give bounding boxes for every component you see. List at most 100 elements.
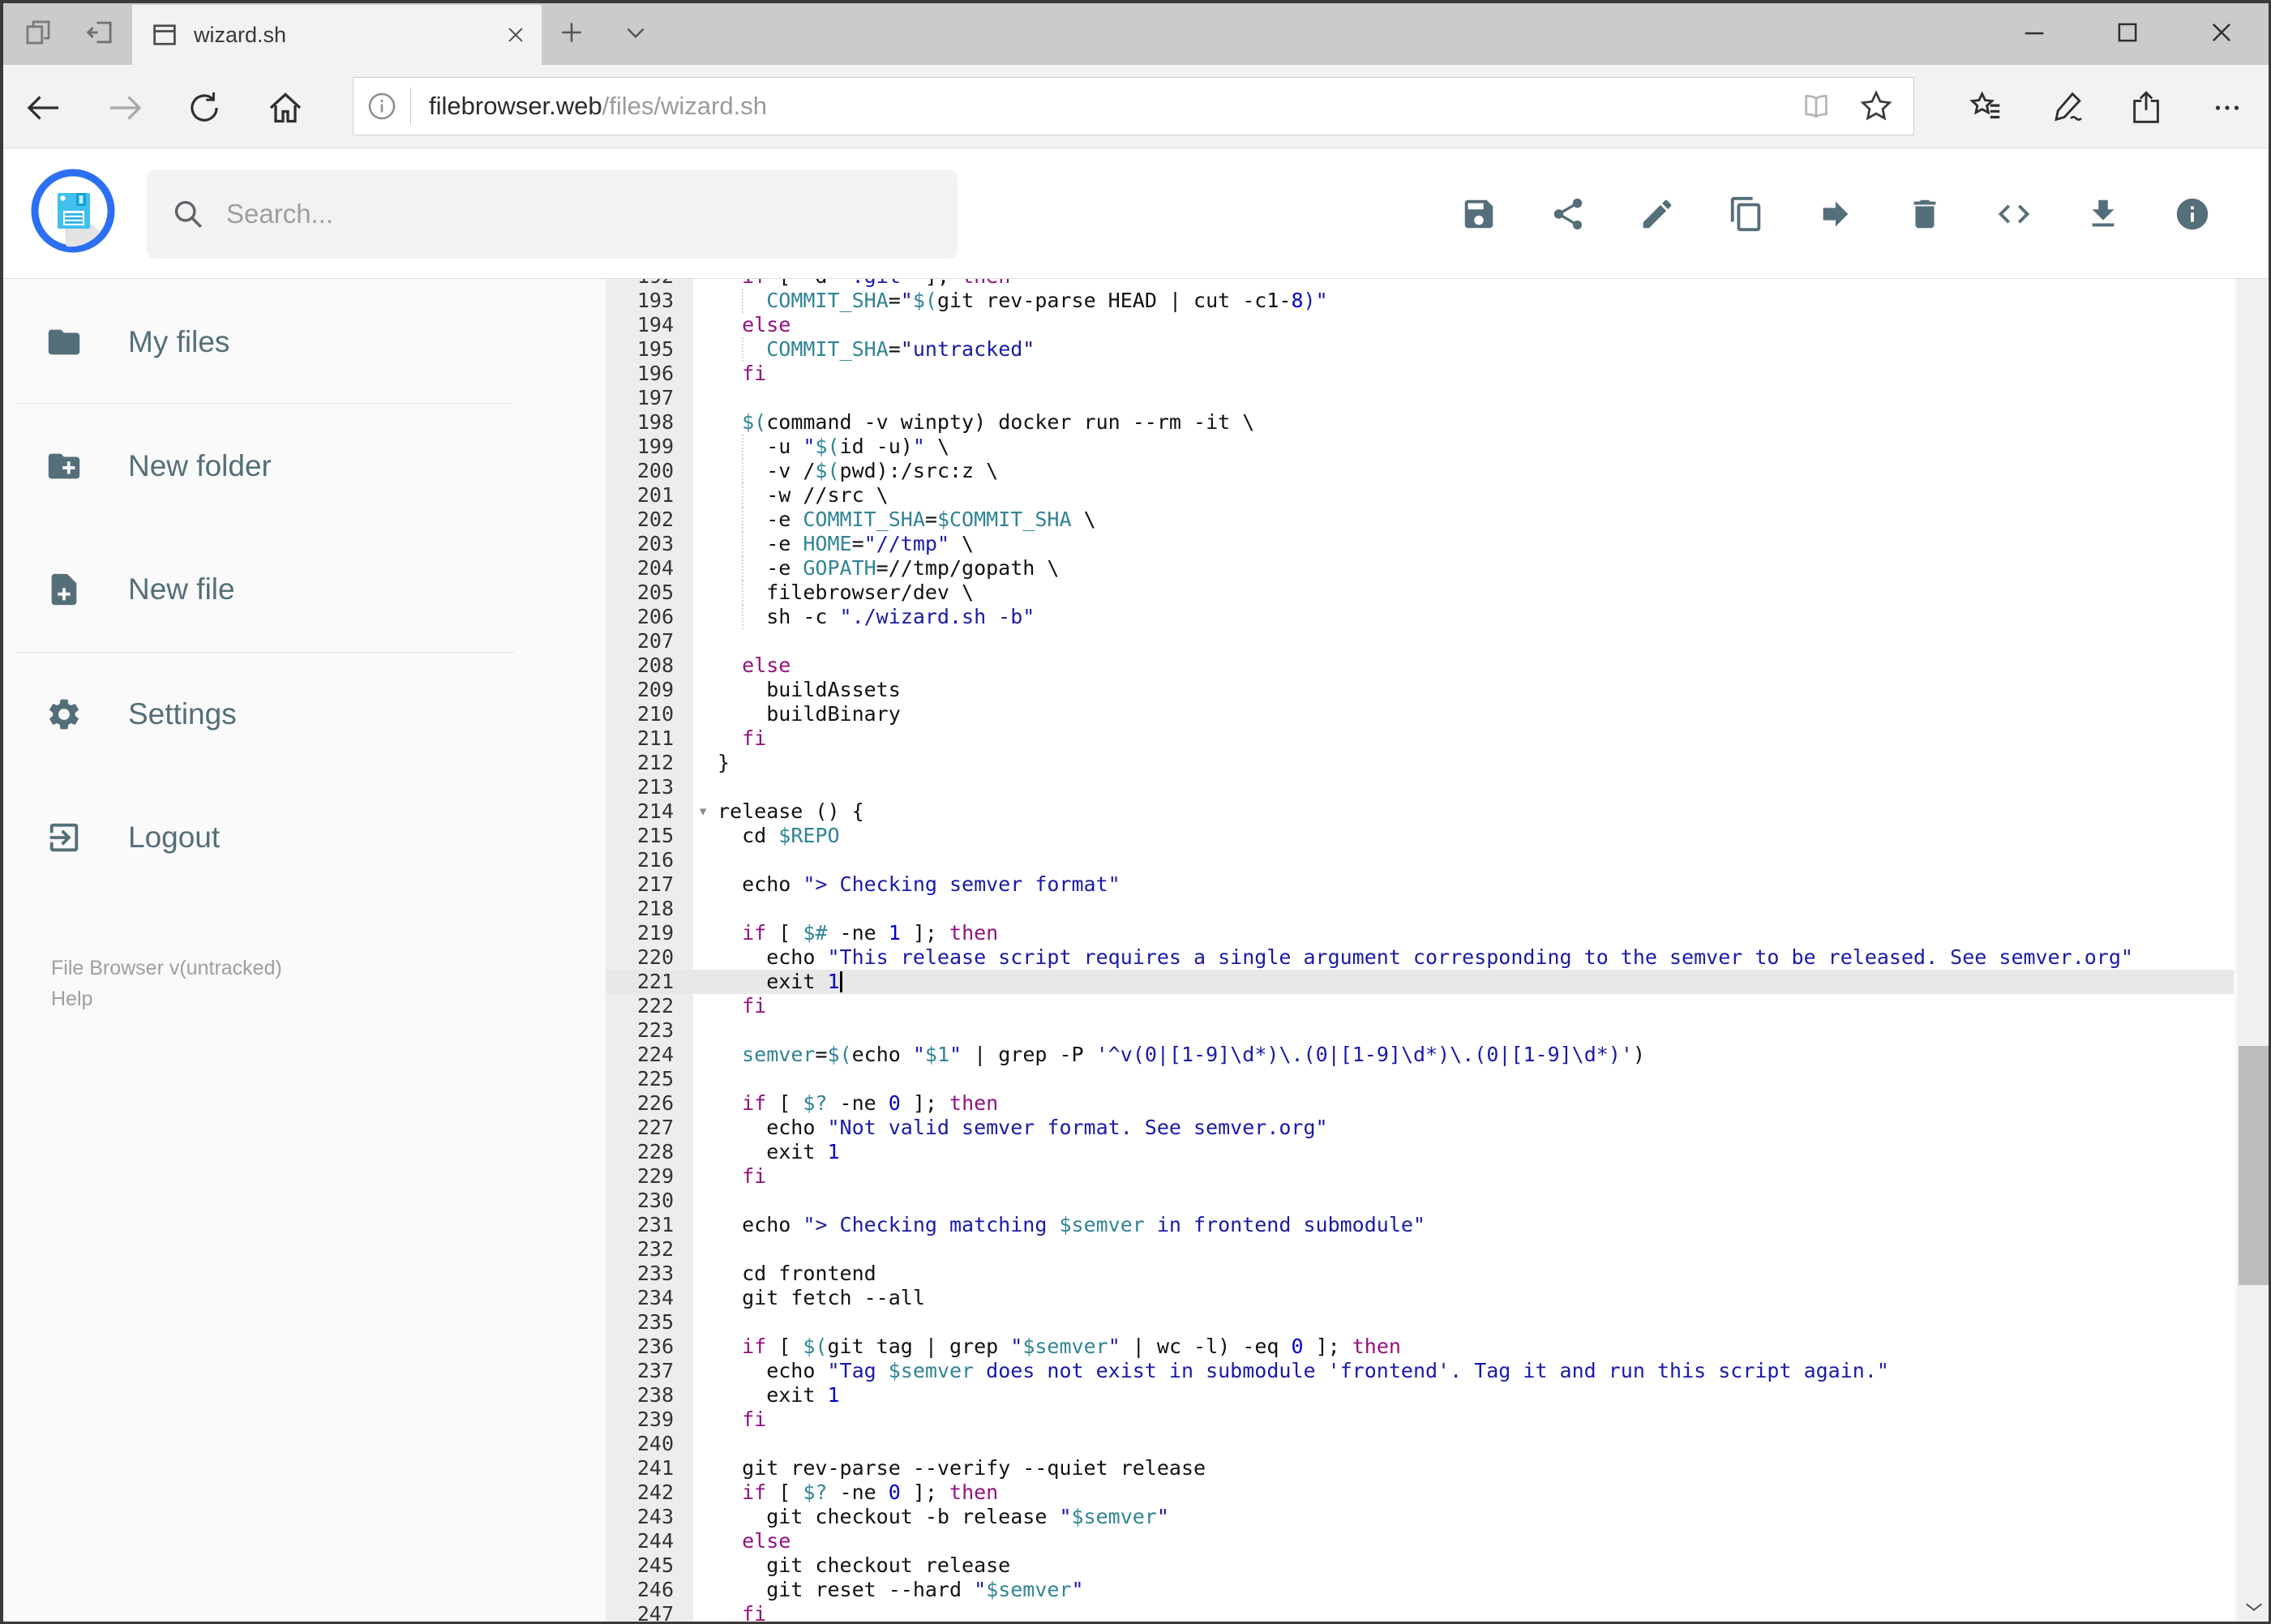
download-button[interactable]: [2085, 195, 2122, 233]
forward-icon[interactable]: [104, 87, 146, 129]
code-line-192[interactable]: 192 if [ -d ".git" ]; then: [606, 279, 2234, 289]
save-button[interactable]: [1460, 195, 1498, 233]
code-line-216[interactable]: 216: [606, 848, 2234, 872]
code-line-226[interactable]: 226 if [ $? -ne 0 ]; then: [606, 1091, 2234, 1116]
share-page-icon[interactable]: [2125, 87, 2167, 129]
sidebar-item-my-files[interactable]: My files: [0, 302, 535, 383]
url-text[interactable]: filebrowser.web/files/wizard.sh: [429, 92, 1798, 121]
code-line-198[interactable]: 198 $(command -v winpty) docker run --rm…: [606, 410, 2234, 435]
code-line-202[interactable]: 202 -e COMMIT_SHA=$COMMIT_SHA \: [606, 508, 2234, 532]
code-line-221[interactable]: 221 exit 1: [606, 970, 2234, 994]
code-line-214[interactable]: 214 ▾ release () {: [606, 799, 2234, 824]
delete-button[interactable]: [1906, 195, 1943, 233]
rename-button[interactable]: [1639, 195, 1676, 233]
code-line-225[interactable]: 225: [606, 1067, 2234, 1091]
code-line-230[interactable]: 230: [606, 1189, 2234, 1213]
raw-code-button[interactable]: [1995, 195, 2033, 233]
code-line-205[interactable]: 205 filebrowser/dev \: [606, 581, 2234, 605]
move-button[interactable]: [1817, 195, 1854, 233]
code-line-218[interactable]: 218: [606, 897, 2234, 921]
more-options-icon[interactable]: [2206, 87, 2248, 129]
code-line-222[interactable]: 222 fi: [606, 994, 2234, 1018]
window-close-button[interactable]: [2189, 11, 2254, 54]
code-line-241[interactable]: 241 git rev-parse --verify --quiet relea…: [606, 1456, 2234, 1480]
tabs-aside-icon[interactable]: [82, 15, 118, 50]
copy-button[interactable]: [1728, 195, 1765, 233]
site-info-icon[interactable]: [354, 90, 410, 122]
annotate-pen-icon[interactable]: [2046, 87, 2088, 129]
sidebar-item-settings[interactable]: Settings: [0, 674, 535, 755]
page-scrollbar[interactable]: [2237, 148, 2271, 1624]
scrollbar-thumb[interactable]: [2239, 1046, 2269, 1285]
sidebar-item-new-file[interactable]: New file: [0, 549, 535, 630]
refresh-icon[interactable]: [183, 87, 225, 129]
code-line-212[interactable]: 212}: [606, 751, 2234, 775]
code-line-246[interactable]: 246 git reset --hard "$semver": [606, 1578, 2234, 1602]
code-editor[interactable]: 192 if [ -d ".git" ]; then193 COMMIT_SHA…: [606, 279, 2234, 1624]
code-line-237[interactable]: 237 echo "Tag $semver does not exist in …: [606, 1359, 2234, 1383]
code-line-196[interactable]: 196 fi: [606, 362, 2234, 386]
code-line-232[interactable]: 232: [606, 1237, 2234, 1262]
scroll-down-icon[interactable]: [2237, 1590, 2271, 1624]
code-line-242[interactable]: 242 if [ $? -ne 0 ]; then: [606, 1480, 2234, 1505]
hub-favorites-icon[interactable]: [1965, 87, 2007, 129]
code-line-195[interactable]: 195 COMMIT_SHA="untracked": [606, 337, 2234, 362]
code-line-201[interactable]: 201 -w //src \: [606, 483, 2234, 508]
code-line-247[interactable]: 247 fi: [606, 1602, 2234, 1624]
code-line-219[interactable]: 219 if [ $# -ne 1 ]; then: [606, 921, 2234, 945]
code-line-208[interactable]: 208 else: [606, 653, 2234, 678]
info-button[interactable]: [2174, 195, 2211, 233]
code-line-206[interactable]: 206 sh -c "./wizard.sh -b": [606, 605, 2234, 629]
code-line-197[interactable]: 197: [606, 386, 2234, 410]
code-line-215[interactable]: 215 cd $REPO: [606, 824, 2234, 848]
code-line-236[interactable]: 236 if [ $(git tag | grep "$semver" | wc…: [606, 1335, 2234, 1359]
home-icon[interactable]: [264, 87, 306, 129]
code-line-209[interactable]: 209 buildAssets: [606, 678, 2234, 702]
reading-view-icon[interactable]: [1798, 88, 1834, 124]
fold-toggle-icon[interactable]: ▾: [691, 799, 715, 824]
new-tab-icon[interactable]: [554, 15, 589, 50]
code-line-193[interactable]: 193 COMMIT_SHA="$(git rev-parse HEAD | c…: [606, 289, 2234, 313]
browser-tab[interactable]: wizard.sh: [132, 5, 542, 65]
window-minimize-button[interactable]: [2002, 11, 2067, 54]
code-line-199[interactable]: 199 -u "$(id -u)" \: [606, 435, 2234, 459]
code-line-220[interactable]: 220 echo "This release script requires a…: [606, 945, 2234, 970]
code-line-203[interactable]: 203 -e HOME="//tmp" \: [606, 532, 2234, 556]
code-line-204[interactable]: 204 -e GOPATH=//tmp/gopath \: [606, 556, 2234, 581]
code-line-211[interactable]: 211 fi: [606, 726, 2234, 751]
url-bar[interactable]: filebrowser.web/files/wizard.sh: [353, 77, 1914, 135]
code-line-227[interactable]: 227 echo "Not valid semver format. See s…: [606, 1116, 2234, 1140]
tab-preview-icon[interactable]: [20, 15, 56, 50]
code-line-244[interactable]: 244 else: [606, 1529, 2234, 1553]
code-line-245[interactable]: 245 git checkout release: [606, 1553, 2234, 1578]
share-button[interactable]: [1549, 195, 1587, 233]
code-line-224[interactable]: 224 semver=$(echo "$1" | grep -P '^v(0|[…: [606, 1043, 2234, 1067]
code-line-231[interactable]: 231 echo "> Checking matching $semver in…: [606, 1213, 2234, 1237]
favorite-star-icon[interactable]: [1858, 88, 1894, 124]
code-line-234[interactable]: 234 git fetch --all: [606, 1286, 2234, 1310]
code-line-243[interactable]: 243 git checkout -b release "$semver": [606, 1505, 2234, 1529]
tab-list-chevron-icon[interactable]: [618, 15, 653, 50]
code-line-239[interactable]: 239 fi: [606, 1408, 2234, 1432]
code-line-213[interactable]: 213: [606, 775, 2234, 799]
sidebar-item-logout[interactable]: Logout: [0, 797, 535, 878]
tab-close-icon[interactable]: [498, 17, 533, 53]
code-line-229[interactable]: 229 fi: [606, 1164, 2234, 1189]
filebrowser-logo[interactable]: [31, 169, 115, 253]
code-line-200[interactable]: 200 -v /$(pwd):/src:z \: [606, 459, 2234, 483]
sidebar-item-new-folder[interactable]: New folder: [0, 426, 535, 507]
code-line-223[interactable]: 223: [606, 1018, 2234, 1043]
code-line-194[interactable]: 194 else: [606, 313, 2234, 337]
search-input[interactable]: Search...: [147, 169, 958, 259]
code-line-238[interactable]: 238 exit 1: [606, 1383, 2234, 1408]
code-line-228[interactable]: 228 exit 1: [606, 1140, 2234, 1164]
help-link[interactable]: Help: [51, 983, 282, 1014]
code-line-235[interactable]: 235: [606, 1310, 2234, 1335]
back-icon[interactable]: [23, 87, 65, 129]
code-line-210[interactable]: 210 buildBinary: [606, 702, 2234, 726]
code-line-240[interactable]: 240: [606, 1432, 2234, 1456]
window-maximize-button[interactable]: [2095, 11, 2160, 54]
code-line-207[interactable]: 207: [606, 629, 2234, 653]
code-line-233[interactable]: 233 cd frontend: [606, 1262, 2234, 1286]
code-line-217[interactable]: 217 echo "> Checking semver format": [606, 872, 2234, 897]
